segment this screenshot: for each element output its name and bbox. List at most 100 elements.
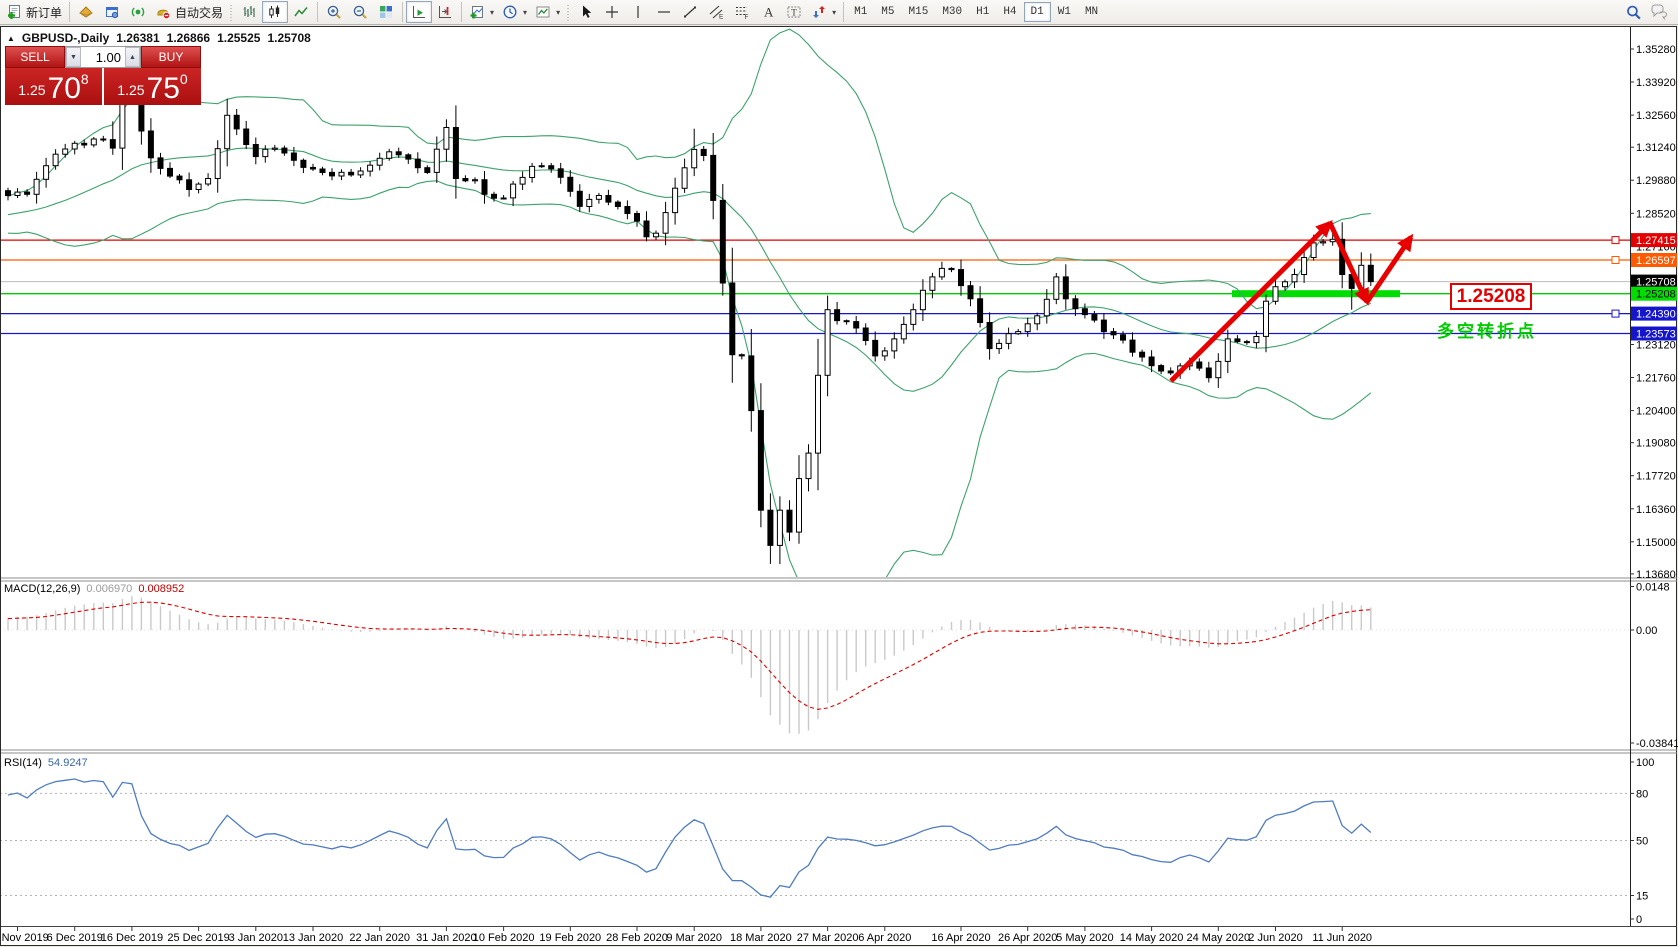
cursor-icon [578, 4, 594, 20]
chart-shift-button[interactable] [432, 1, 458, 23]
timeframe-h1-button[interactable]: H1 [969, 2, 996, 22]
svg-text:T: T [791, 8, 797, 18]
auto-scroll-button[interactable] [406, 1, 432, 23]
auto-trading-button[interactable]: 自动交易 [151, 1, 227, 23]
channel-tool-button[interactable]: E [703, 1, 729, 23]
trendline-tool-button[interactable] [677, 1, 703, 23]
support-price-label[interactable]: 1.25208 [1450, 283, 1532, 310]
svg-text:24 May 2020: 24 May 2020 [1186, 932, 1250, 944]
svg-text:3 Jan 2020: 3 Jan 2020 [229, 932, 283, 944]
sell-price-small: 1.25 [18, 82, 45, 98]
bar-chart-mode-button[interactable] [236, 1, 262, 23]
market-watch-button[interactable] [73, 1, 99, 23]
arrow-objects-icon [811, 4, 827, 20]
auto-trading-label: 自动交易 [175, 4, 223, 21]
sell-button[interactable]: SELL [5, 46, 65, 68]
ohlc-open: 1.26381 [116, 31, 159, 45]
volume-decrease-button[interactable]: ▼ [66, 47, 81, 67]
svg-text:26 Apr 2020: 26 Apr 2020 [998, 932, 1057, 944]
line-handle[interactable] [1612, 237, 1619, 244]
bar-chart-icon [241, 4, 257, 20]
macd-signal-value: 0.008952 [138, 583, 184, 595]
zoom-out-button[interactable] [347, 1, 373, 23]
vertical-line-icon [630, 4, 646, 20]
tile-windows-button[interactable] [373, 1, 399, 23]
svg-text:0: 0 [1636, 914, 1642, 926]
dropdown-caret: ▾ [556, 8, 560, 17]
rsi-name: RSI(14) [4, 757, 42, 769]
svg-text:80: 80 [1636, 788, 1648, 800]
new-order-button[interactable]: 新订单 [2, 1, 66, 23]
toolbar-grip [566, 3, 571, 21]
svg-text:1.33920: 1.33920 [1636, 77, 1676, 89]
volume-control: ▼ ▲ [65, 46, 141, 68]
svg-text:6 Apr 2020: 6 Apr 2020 [858, 932, 911, 944]
timeframe-m1-button[interactable]: M1 [847, 2, 874, 22]
search-button[interactable] [1620, 1, 1646, 23]
timeframe-d1-button[interactable]: D1 [1024, 2, 1051, 22]
candlestick-mode-button[interactable] [262, 1, 288, 23]
window-profile-icon [104, 4, 120, 20]
zoom-in-icon [326, 4, 342, 20]
vertical-line-tool-button[interactable] [625, 1, 651, 23]
svg-text:13 Jan 2020: 13 Jan 2020 [283, 932, 344, 944]
svg-text:1.27415: 1.27415 [1636, 235, 1676, 247]
timeframe-m15-button[interactable]: M15 [902, 2, 936, 22]
horizontal-line-tool-button[interactable] [651, 1, 677, 23]
svg-text:10 Feb 2020: 10 Feb 2020 [473, 932, 535, 944]
auto-trading-icon [155, 4, 171, 20]
periods-button[interactable]: ▾ [498, 1, 531, 23]
new-chart-button[interactable]: ▾ [465, 1, 498, 23]
fibonacci-tool-button[interactable]: F [729, 1, 755, 23]
buy-button[interactable]: BUY [141, 46, 201, 68]
timeframe-m30-button[interactable]: M30 [935, 2, 969, 22]
profiles-button[interactable] [99, 1, 125, 23]
chat-button[interactable] [1646, 1, 1672, 23]
arrows-tool-button[interactable]: ▾ [807, 1, 840, 23]
one-click-trading-panel: SELL ▼ ▲ BUY 1.25 70 8 1.25 75 0 [5, 46, 201, 105]
sell-price-big: 70 [48, 76, 81, 102]
volume-increase-button[interactable]: ▲ [125, 47, 140, 67]
svg-text:19 Feb 2020: 19 Feb 2020 [539, 932, 601, 944]
buy-price-button[interactable]: 1.25 75 0 [104, 68, 201, 105]
separator [69, 2, 70, 22]
toolbar-grip [229, 3, 234, 21]
line-chart-mode-button[interactable] [288, 1, 314, 23]
svg-text:1.19080: 1.19080 [1636, 438, 1676, 450]
horizontal-line-icon [656, 4, 672, 20]
svg-text:1.16360: 1.16360 [1636, 504, 1676, 516]
svg-text:1.35280: 1.35280 [1636, 44, 1676, 56]
line-handle[interactable] [1612, 257, 1619, 264]
auto-scroll-icon [411, 4, 427, 20]
templates-button[interactable]: ▾ [531, 1, 564, 23]
sell-price-button[interactable]: 1.25 70 8 [5, 68, 102, 105]
dropdown-caret: ▾ [832, 8, 836, 17]
timeframe-w1-button[interactable]: W1 [1051, 2, 1078, 22]
dropdown-caret: ▾ [490, 8, 494, 17]
symbol-title: GBPUSD-,Daily [22, 31, 109, 45]
text-tool-button[interactable]: A [755, 1, 781, 23]
chart-window [1, 27, 1677, 946]
turning-point-annotation[interactable]: 多空转折点 [1437, 317, 1537, 342]
svg-text:1.28520: 1.28520 [1636, 208, 1676, 220]
text-label-icon: T [786, 4, 802, 20]
timeframe-mn-button[interactable]: MN [1078, 2, 1105, 22]
text-label-tool-button[interactable]: T [781, 1, 807, 23]
timeframe-m5-button[interactable]: M5 [874, 2, 901, 22]
main-toolbar: 新订单 自动交易 [0, 0, 1678, 25]
chart-canvas[interactable]: 1.352801.339201.325601.312401.298801.285… [0, 0, 1678, 947]
crosshair-tool-button[interactable] [599, 1, 625, 23]
zoom-in-button[interactable] [321, 1, 347, 23]
rsi-value: 54.9247 [48, 757, 88, 769]
timeframe-h4-button[interactable]: H4 [996, 2, 1023, 22]
svg-text:15: 15 [1636, 891, 1648, 903]
svg-text:0.00: 0.00 [1636, 625, 1657, 637]
signals-button[interactable] [125, 1, 151, 23]
cursor-tool-button[interactable] [573, 1, 599, 23]
svg-text:6 Dec 2019: 6 Dec 2019 [47, 932, 103, 944]
volume-input[interactable] [81, 47, 125, 67]
line-handle[interactable] [1612, 310, 1619, 317]
one-click-toggle-icon[interactable]: ▲ [7, 34, 15, 43]
dropdown-caret: ▾ [523, 8, 527, 17]
macd-pane-label: MACD(12,26,9) 0.006970 0.008952 [4, 583, 184, 595]
